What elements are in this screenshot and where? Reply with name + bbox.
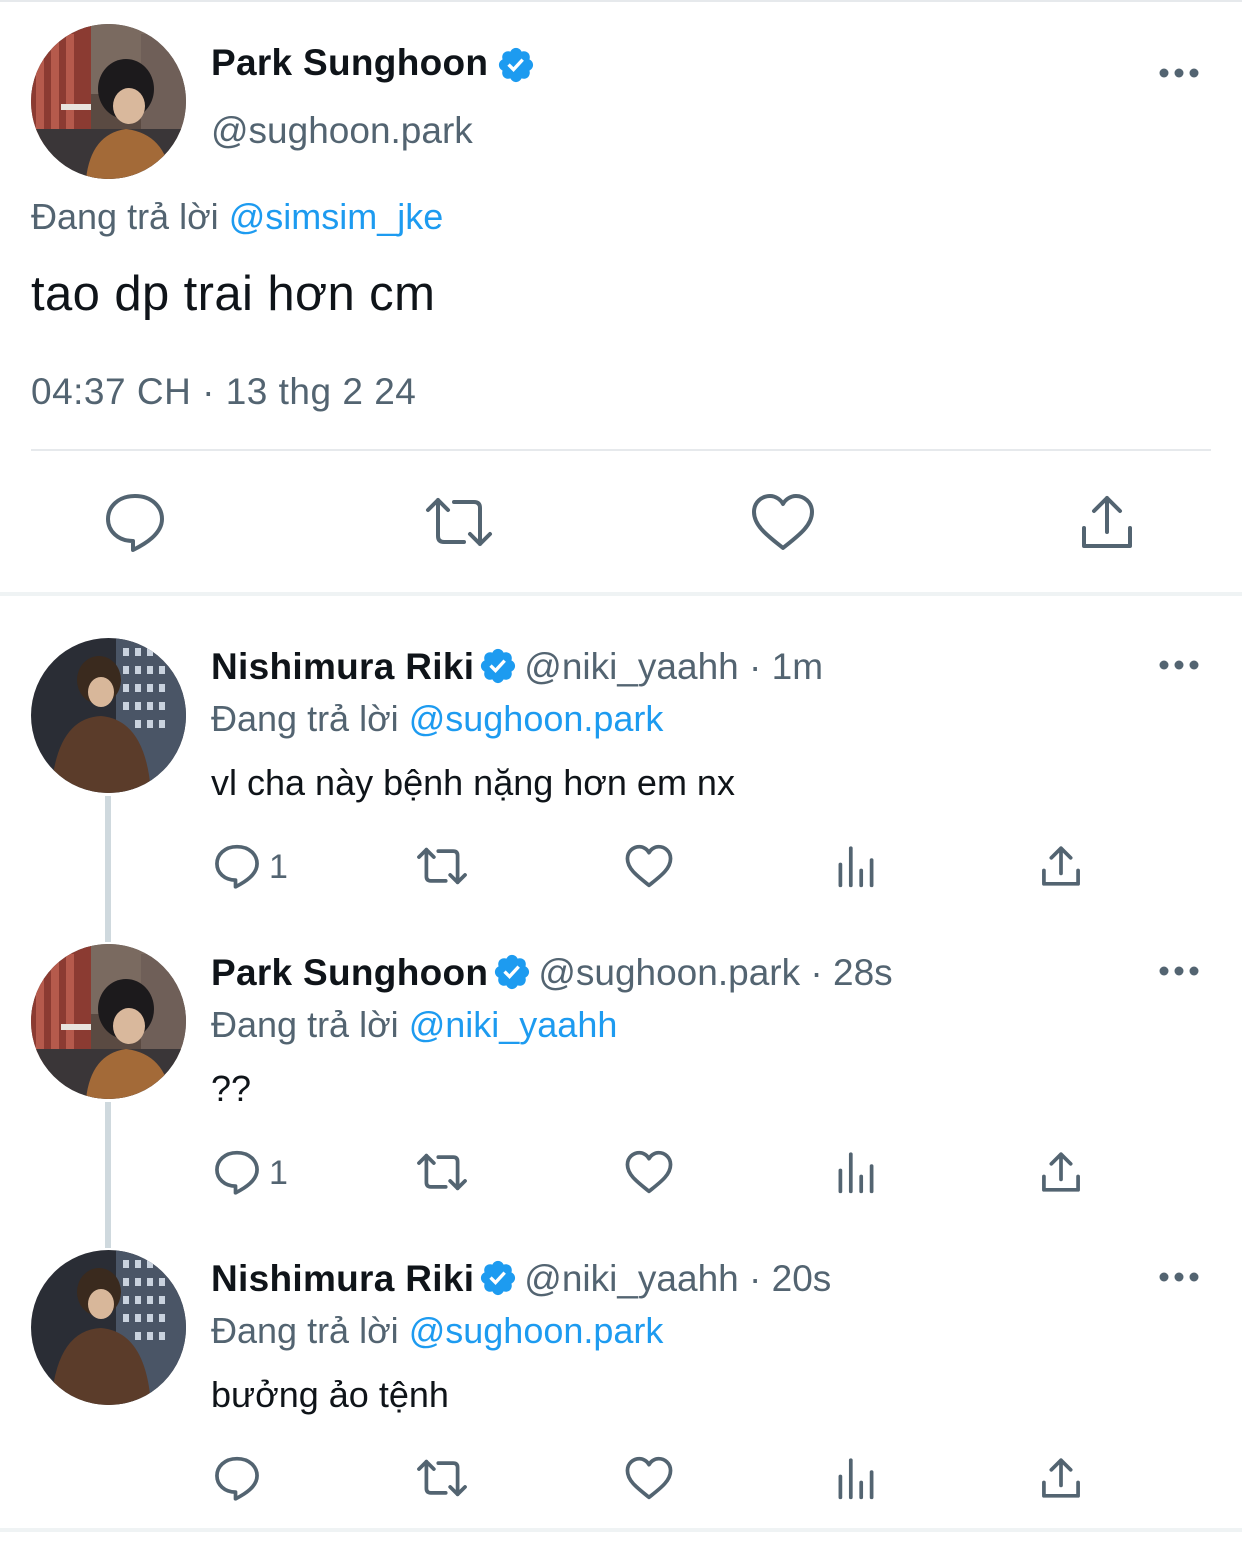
more-dots-icon[interactable]: [1158, 1270, 1200, 1284]
replying-to-mention[interactable]: @niki_yaahh: [409, 1004, 618, 1045]
replying-prefix: Đang trả lời: [211, 1004, 399, 1045]
reply-header: Nishimura Riki @niki_yaahh · 20s: [211, 1258, 831, 1300]
tweet-timestamp[interactable]: 04:37 CH · 13 thg 2 24: [31, 371, 416, 413]
reply-author-handle[interactable]: @niki_yaahh: [524, 1258, 738, 1299]
replying-to-line: Đang trả lời @sughoon.park: [211, 1310, 663, 1352]
replying-to-mention[interactable]: @sughoon.park: [409, 698, 664, 739]
replying-prefix: Đang trả lời: [31, 196, 219, 237]
share-icon[interactable]: [1035, 1146, 1087, 1202]
author-name[interactable]: Park Sunghoon: [211, 42, 536, 85]
more-dots-icon[interactable]: [1158, 964, 1200, 978]
heart-icon[interactable]: [623, 1452, 675, 1508]
heart-icon[interactable]: [623, 1146, 675, 1202]
reply-icon: [215, 1456, 259, 1501]
reply-tweet[interactable]: Nishimura Riki @niki_yaahh · 1m Đang trả …: [0, 638, 1242, 944]
reply-text: ??: [211, 1068, 252, 1109]
reply-author-name[interactable]: Nishimura Riki: [211, 646, 474, 687]
verified-badge-icon: [478, 646, 518, 686]
reply-time: · 1m: [749, 646, 824, 687]
reply-text: bưởng ảo tệnh: [211, 1374, 449, 1415]
reply-icon: [215, 1150, 259, 1195]
replying-to-line: Đang trả lời @simsim_jke: [31, 196, 443, 238]
avatar-nishimura-riki[interactable]: [31, 638, 186, 793]
section-separator: [0, 592, 1242, 596]
reply-author-handle[interactable]: @niki_yaahh: [524, 646, 738, 687]
replying-to-mention[interactable]: @sughoon.park: [409, 1310, 664, 1351]
reply-header: Park Sunghoon @sughoon.park · 28s: [211, 952, 893, 994]
reply-button[interactable]: [211, 1452, 263, 1508]
verified-badge-icon: [492, 952, 532, 992]
verified-badge-icon: [496, 45, 536, 85]
share-icon[interactable]: [1035, 840, 1087, 896]
avatar-park-sunghoon[interactable]: [31, 944, 186, 1099]
tweet-text: tao dp trai hơn cm: [31, 267, 436, 321]
main-action-bar: [0, 490, 1242, 554]
reply-header: Nishimura Riki @niki_yaahh · 1m: [211, 646, 823, 688]
analytics-icon[interactable]: [830, 1452, 882, 1508]
reply-action-bar: 1: [0, 1146, 1242, 1202]
replying-to-line: Đang trả lời @niki_yaahh: [211, 1004, 617, 1046]
verified-badge-icon: [478, 1258, 518, 1298]
analytics-icon[interactable]: [830, 1146, 882, 1202]
reply-action-bar: [0, 1452, 1242, 1508]
reply-author-name[interactable]: Nishimura Riki: [211, 1258, 474, 1299]
bottom-separator: [0, 1528, 1242, 1532]
divider: [31, 449, 1211, 451]
analytics-icon[interactable]: [830, 840, 882, 896]
share-icon[interactable]: [1072, 490, 1142, 554]
retweet-icon[interactable]: [416, 840, 468, 896]
reply-icon: [215, 844, 259, 889]
heart-icon[interactable]: [748, 490, 818, 554]
replying-to-line: Đang trả lời @sughoon.park: [211, 698, 663, 740]
share-icon[interactable]: [1035, 1452, 1087, 1508]
reply-action-bar: 1: [0, 840, 1242, 896]
replying-prefix: Đang trả lời: [211, 698, 399, 739]
avatar-park-sunghoon[interactable]: [31, 24, 186, 179]
more-dots-icon[interactable]: [1158, 66, 1200, 80]
reply-count: 1: [269, 848, 288, 886]
reply-icon[interactable]: [100, 490, 170, 554]
retweet-icon[interactable]: [416, 1146, 468, 1202]
replying-prefix: Đang trả lời: [211, 1310, 399, 1351]
reply-tweet[interactable]: Park Sunghoon @sughoon.park · 28s Đang tr…: [0, 944, 1242, 1250]
retweet-icon[interactable]: [424, 490, 494, 554]
reply-text: vl cha này bệnh nặng hơn em nx: [211, 762, 735, 803]
avatar-nishimura-riki[interactable]: [31, 1250, 186, 1405]
main-tweet: Park Sunghoon @sughoon.park Đang trả lời…: [0, 0, 1242, 595]
reply-button[interactable]: 1: [211, 1146, 288, 1202]
reply-author-name[interactable]: Park Sunghoon: [211, 952, 488, 993]
reply-time: · 20s: [749, 1258, 832, 1299]
retweet-icon[interactable]: [416, 1452, 468, 1508]
reply-author-handle[interactable]: @sughoon.park: [538, 952, 800, 993]
author-name-text: Park Sunghoon: [211, 42, 489, 83]
author-handle[interactable]: @sughoon.park: [211, 110, 473, 152]
reply-time: · 28s: [810, 952, 893, 993]
reply-tweet[interactable]: Nishimura Riki @niki_yaahh · 20s Đang trả…: [0, 1250, 1242, 1556]
replying-to-mention[interactable]: @simsim_jke: [229, 196, 444, 237]
reply-count: 1: [269, 1154, 288, 1192]
reply-button[interactable]: 1: [211, 840, 288, 896]
more-dots-icon[interactable]: [1158, 658, 1200, 672]
heart-icon[interactable]: [623, 840, 675, 896]
